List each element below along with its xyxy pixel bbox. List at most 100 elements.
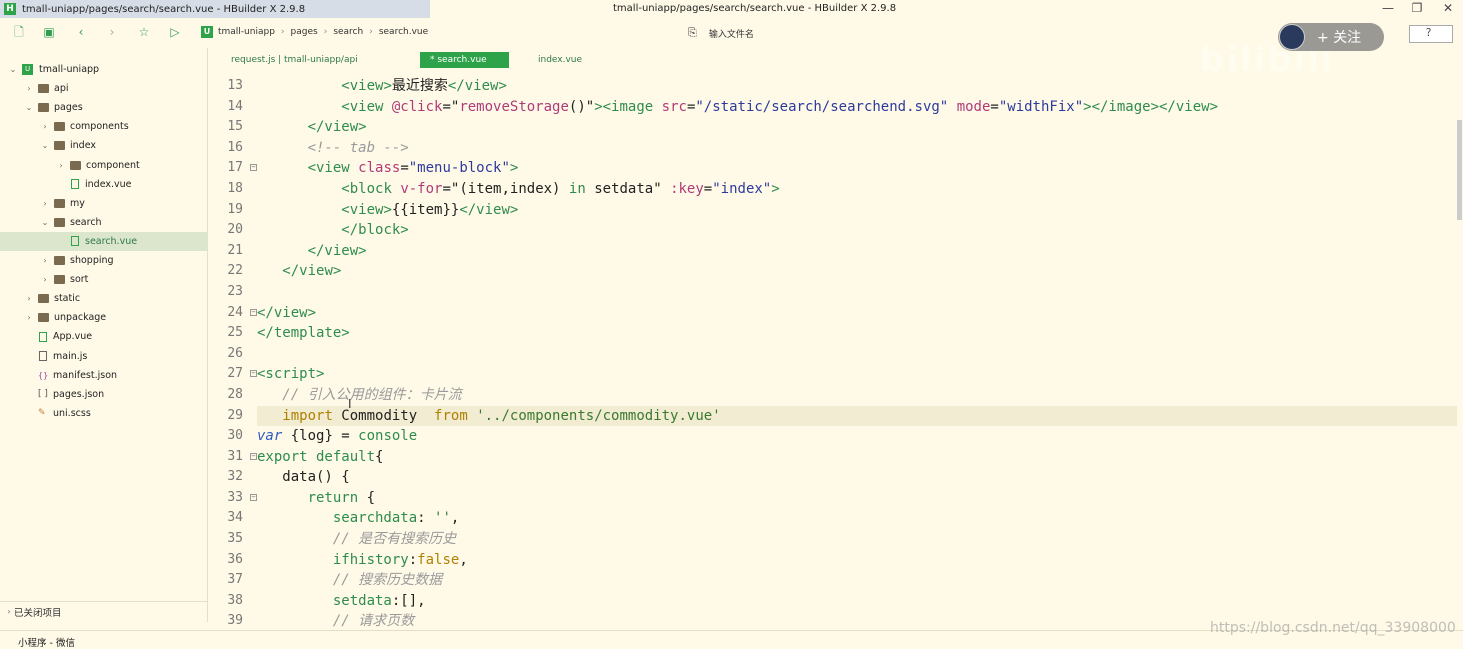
vertical-scrollbar[interactable] — [1457, 120, 1462, 220]
chevron-down-icon[interactable]: ⌄ — [24, 103, 34, 112]
back-icon[interactable]: ‹ — [74, 25, 88, 39]
file-search-input[interactable]: 输入文件名 — [709, 27, 754, 40]
line-number: 34 — [209, 508, 251, 529]
closed-projects[interactable]: › 已关闭项目 — [0, 601, 208, 621]
code-line[interactable]: // 引入公用的组件：卡片流 — [257, 385, 1457, 406]
chevron-right-icon[interactable]: › — [40, 199, 50, 208]
code-line[interactable]: export default{ — [257, 447, 1457, 468]
tree-item-label: search — [70, 216, 102, 228]
code-line[interactable]: <script> — [257, 364, 1457, 385]
tree-item[interactable]: ✎ uni.scss — [0, 404, 208, 423]
breadcrumb-item[interactable]: search.vue — [379, 27, 428, 37]
tree-item[interactable]: › components — [0, 117, 208, 136]
code-line[interactable]: <block v-for="(item,index) in setdata" :… — [257, 179, 1457, 200]
chevron-down-icon[interactable]: ⌄ — [40, 141, 50, 150]
code-line[interactable]: </view> — [257, 117, 1457, 138]
tree-item[interactable]: ⌄ search — [0, 213, 208, 232]
code-line[interactable]: <view>最近搜索</view> — [257, 76, 1457, 97]
code-line[interactable]: return { — [257, 488, 1457, 509]
code-line[interactable]: <!-- tab --> — [257, 138, 1457, 159]
code-line-current[interactable]: import Commodity from '../components/com… — [257, 405, 1457, 427]
restore-button[interactable]: ❐ — [1409, 1, 1425, 15]
code-line[interactable]: </block> — [257, 220, 1457, 241]
run-target[interactable]: 小程序 - 微信 — [18, 635, 75, 649]
chevron-right-icon[interactable]: › — [40, 256, 50, 265]
code-line[interactable]: </template> — [257, 323, 1457, 344]
chevron-right-icon[interactable]: › — [56, 161, 66, 170]
breadcrumb-item[interactable]: pages — [291, 27, 318, 37]
line-number-text: 38 — [227, 592, 243, 608]
tab-search-vue[interactable]: * search.vue — [420, 52, 509, 68]
code-line[interactable]: <view @click="removeStorage()"><image sr… — [257, 97, 1457, 118]
tree-item[interactable]: › sort — [0, 270, 208, 289]
folder-icon — [38, 84, 49, 94]
minimize-button[interactable]: — — [1380, 1, 1396, 15]
code-line[interactable]: </view> — [257, 241, 1457, 262]
folder-icon — [38, 294, 49, 304]
tab-index-vue[interactable]: index.vue — [538, 52, 582, 68]
line-number-text: 35 — [227, 531, 243, 547]
chevron-right-icon[interactable]: › — [24, 313, 34, 322]
vue-file-icon — [71, 236, 79, 247]
chevron-down-icon[interactable]: ⌄ — [40, 218, 50, 227]
line-number-text: 16 — [227, 139, 243, 155]
code-line[interactable] — [257, 282, 1457, 303]
code-line[interactable]: searchdata: '', — [257, 508, 1457, 529]
chevron-right-icon[interactable]: › — [24, 294, 34, 303]
tree-item[interactable]: main.js — [0, 347, 208, 366]
tree-item[interactable]: ⌄ Utmall-uniapp — [0, 60, 208, 79]
file-search[interactable]: ⎘ 输入文件名 — [688, 26, 754, 40]
chevron-down-icon[interactable]: ⌄ — [8, 65, 18, 74]
chevron-right-icon[interactable]: › — [24, 84, 34, 93]
run-icon[interactable]: ▷ — [168, 25, 182, 39]
forward-icon[interactable]: › — [105, 25, 119, 39]
code-line[interactable]: // 是否有搜索历史 — [257, 529, 1457, 550]
chevron-right-icon[interactable]: › — [40, 122, 50, 131]
tree-item[interactable]: › my — [0, 194, 208, 213]
tree-item[interactable]: ⌄ pages — [0, 98, 208, 117]
fold-toggle-icon[interactable]: − — [250, 493, 257, 501]
code-editor[interactable]: <view>最近搜索</view> <view @click="removeSt… — [257, 76, 1457, 632]
code-line[interactable] — [257, 344, 1457, 365]
folder-icon — [54, 141, 65, 151]
fold-toggle-icon[interactable]: − — [250, 308, 257, 316]
favorite-star-icon[interactable]: ☆ — [137, 25, 151, 39]
code-line[interactable]: // 搜索历史数据 — [257, 570, 1457, 591]
fold-toggle-icon[interactable]: − — [250, 370, 257, 378]
tree-item[interactable]: › component — [0, 156, 208, 175]
tree-item[interactable]: {} manifest.json — [0, 366, 208, 385]
code-line[interactable]: <view>{{item}}</view> — [257, 200, 1457, 221]
tree-item[interactable]: › api — [0, 79, 208, 98]
tab-request-js[interactable]: request.js | tmall-uniapp/api — [231, 52, 358, 68]
tree-item-label: shopping — [70, 255, 114, 266]
tree-item[interactable]: › shopping — [0, 251, 208, 270]
tree-item[interactable]: search.vue — [0, 231, 208, 251]
tree-item[interactable]: index.vue — [0, 175, 208, 194]
tree-item[interactable]: › static — [0, 289, 208, 308]
tree-item[interactable]: [ ] pages.json — [0, 385, 208, 404]
code-line[interactable]: setdata:[], — [257, 591, 1457, 612]
help-button[interactable]: ？ — [1409, 25, 1453, 43]
save-icon[interactable]: ▣ — [42, 25, 56, 39]
breadcrumb-item[interactable]: search — [333, 27, 363, 37]
fold-toggle-icon[interactable]: − — [250, 164, 257, 172]
code-line[interactable]: </view> — [257, 261, 1457, 282]
folder-icon — [38, 103, 49, 113]
tree-item[interactable]: App.vue — [0, 327, 208, 346]
code-line[interactable]: ifhistory:false, — [257, 550, 1457, 571]
code-line[interactable]: data() { — [257, 467, 1457, 488]
fold-toggle-icon[interactable]: − — [250, 452, 257, 460]
breadcrumb-item[interactable]: tmall-uniapp — [218, 27, 275, 37]
follow-button[interactable]: + 关注 — [1278, 23, 1384, 51]
window-tab[interactable]: H tmall-uniapp/pages/search/search.vue -… — [0, 0, 430, 18]
code-line[interactable]: </view> — [257, 303, 1457, 324]
tree-item[interactable]: ⌄ index — [0, 136, 208, 155]
tree-item-label: index.vue — [85, 178, 132, 190]
new-file-icon[interactable]: 🗋 — [12, 25, 26, 39]
chevron-right-icon[interactable]: › — [40, 275, 50, 284]
code-line[interactable]: <view class="menu-block"> — [257, 158, 1457, 179]
tree-item[interactable]: › unpackage — [0, 308, 208, 327]
line-number: 18 — [209, 179, 251, 200]
code-line[interactable]: var {log} = console — [257, 426, 1457, 447]
close-button[interactable]: ✕ — [1440, 1, 1456, 15]
